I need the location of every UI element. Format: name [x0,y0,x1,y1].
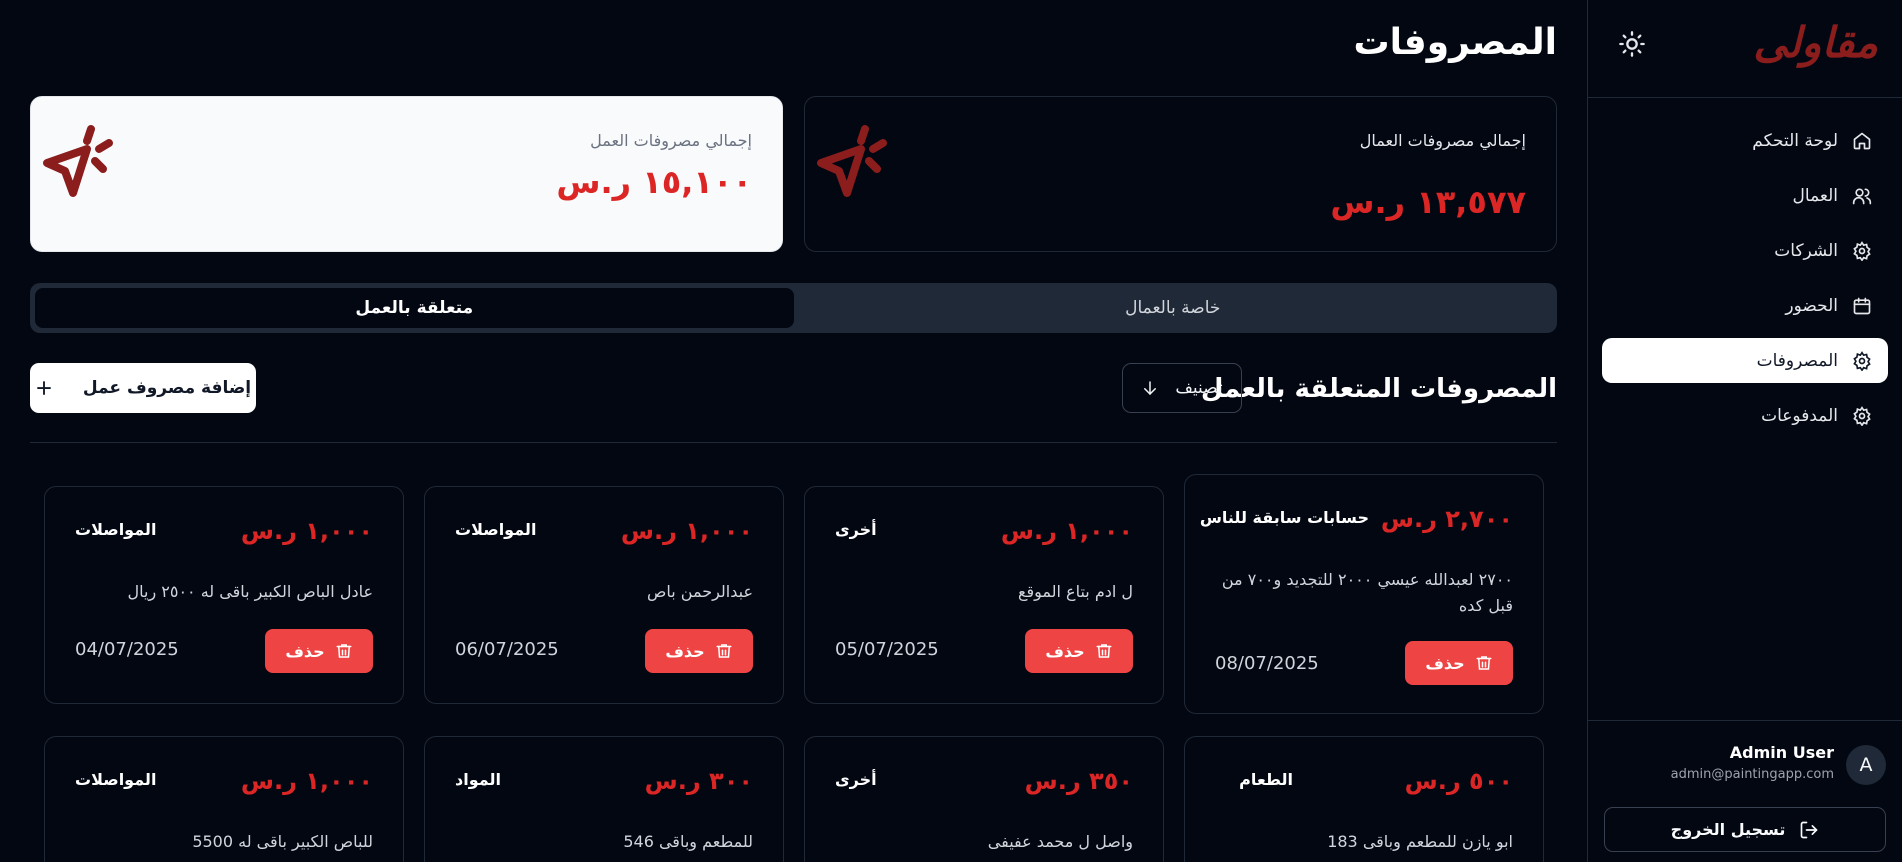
expense-category: أخرى [835,770,877,789]
expense-amount: ٢,٧٠٠ ر.س [1380,505,1513,533]
sidebar-item-label: الحضور [1785,295,1838,316]
sort-button[interactable]: تصنيف [1122,363,1242,413]
sidebar-item-workers[interactable]: العمال [1602,173,1888,218]
sidebar-item-attendance[interactable]: الحضور [1602,283,1888,328]
sidebar-item-label: المصروفات [1756,350,1838,371]
sidebar-item-expenses[interactable]: المصروفات [1602,338,1888,383]
delete-label: حذف [1045,641,1085,661]
avatar[interactable]: A [1846,745,1886,785]
expense-card: ١,٠٠٠ ر.س أخرى ل ادم بتاع الموقع حذف 05/… [804,486,1164,704]
plus-icon [36,381,51,395]
expense-category: الطعام [1239,770,1293,789]
expense-card: ٣٠٠ ر.س المواد للمطعم وباقى 546 [424,736,784,862]
sidebar-item-label: المدفوعات [1761,405,1838,426]
sidebar-item-label: العمال [1792,185,1838,206]
expense-description: ابو يازن للمطعم وباقى 183 [1327,832,1513,851]
expense-date: 05/07/2025 [835,639,939,660]
expense-description: ٢٧٠٠ لعبدالله عيسي ٢٠٠٠ للتجديد و٧٠٠ من … [1221,570,1513,615]
delete-button[interactable]: حذف [645,629,753,673]
stat-card-work-expenses: إجمالي مصروفات العمل ١٥,١٠٠ ر.س [30,96,783,252]
main-content: المصروفات إجمالي مصروفات العمال ١٣,٥٧٧ ر… [30,0,1557,862]
expense-date: 04/07/2025 [75,639,179,660]
expense-category: المواصلات [455,520,537,539]
sidebar-item-companies[interactable]: الشركات [1602,228,1888,273]
tab-work-expenses[interactable]: متعلقة بالعمل [35,288,794,328]
expense-category: المواد [455,770,501,789]
expense-card: ٢,٧٠٠ ر.س حسابات سابقة للناس ٢٧٠٠ لعبدال… [1184,474,1544,714]
expense-amount: ٣٥٠ ر.س [1024,767,1133,795]
calendar-icon [1853,297,1871,314]
expense-amount: ١,٠٠٠ ر.س [1000,517,1133,545]
delete-label: حذف [285,641,325,661]
gear-icon [1853,350,1871,371]
gear-icon [1853,240,1871,261]
expense-card: ٣٥٠ ر.س أخرى واصل ل محمد عفيفى [804,736,1164,862]
stat-label: إجمالي مصروفات العمال [1359,131,1526,150]
trash-icon [336,644,352,658]
sidebar-item-payments[interactable]: المدفوعات [1602,393,1888,438]
expense-description: للباص الكبير باقى له 5500 [192,832,373,851]
sidebar-header: مقاولى [1588,0,1902,98]
expense-category: المواصلات [75,520,157,539]
expense-category: المواصلات [75,770,157,789]
delete-button[interactable]: حذف [265,629,373,673]
user-email: admin@paintingapp.com [1670,767,1834,782]
stat-card-workers-expenses: إجمالي مصروفات العمال ١٣,٥٧٧ ر.س [804,96,1557,252]
tab-workers-expenses[interactable]: خاصة بالعمال [794,288,1553,328]
expense-date: 06/07/2025 [455,639,559,660]
sidebar-nav: لوحة التحكم العمال الشركات الحضور المصرو… [1602,118,1888,448]
page-title: المصروفات [1353,22,1557,63]
expense-category: حسابات سابقة للناس [1199,508,1369,527]
trash-icon [716,644,732,658]
divider [30,442,1557,443]
delete-button[interactable]: حذف [1025,629,1133,673]
home-icon [1853,132,1871,149]
expense-date: 08/07/2025 [1215,653,1319,674]
expense-type-tabs: خاصة بالعمال متعلقة بالعمل [30,283,1557,333]
arrow-down-icon [1144,381,1157,396]
stat-label: إجمالي مصروفات العمل [590,131,752,150]
expense-description: واصل ل محمد عفيفى [987,832,1133,851]
expense-amount: ٣٠٠ ر.س [644,767,753,795]
expense-amount: ١,٠٠٠ ر.س [240,517,373,545]
sidebar-item-label: لوحة التحكم [1752,130,1838,151]
expense-amount: ١,٠٠٠ ر.س [620,517,753,545]
logout-icon [1800,821,1818,838]
expense-description: ل ادم بتاع الموقع [1017,582,1133,601]
expense-description: عادل الباص الكبير باقى له ٢٥٠٠ ريال [127,582,373,601]
sidebar: مقاولى لوحة التحكم العمال الشركات الحضور… [1587,0,1902,862]
sort-label: تصنيف [1175,378,1223,398]
expense-card: ١,٠٠٠ ر.س المواصلات عادل الباص الكبير با… [44,486,404,704]
send-sparkle-icon [817,125,887,197]
trash-icon [1476,656,1492,670]
app-logo[interactable]: مقاولى [1753,18,1878,67]
delete-button[interactable]: حذف [1405,641,1513,685]
expense-description: عبدالرحمن باص [647,582,753,601]
sidebar-item-label: الشركات [1774,240,1838,261]
delete-label: حذف [665,641,705,661]
delete-label: حذف [1425,653,1465,673]
sidebar-item-dashboard[interactable]: لوحة التحكم [1602,118,1888,163]
stat-value: ١٥,١٠٠ ر.س [556,163,752,201]
expense-card: ١,٠٠٠ ر.س المواصلات عبدالرحمن باص حذف 06… [424,486,784,704]
stat-value: ١٣,٥٧٧ ر.س [1330,183,1526,221]
expense-card: ٥٠٠ ر.س الطعام ابو يازن للمطعم وباقى 183 [1184,736,1544,862]
trash-icon [1096,644,1112,658]
logout-label: تسجيل الخروج [1670,820,1786,839]
expense-description: للمطعم وباقى 546 [623,832,753,851]
users-icon [1852,188,1872,204]
expense-amount: ١,٠٠٠ ر.س [240,767,373,795]
expense-amount: ٥٠٠ ر.س [1404,767,1513,795]
add-label: إضافة مصروف عمل [82,378,252,398]
send-sparkle-icon [43,125,113,197]
add-work-expense-button[interactable]: إضافة مصروف عمل [30,363,256,413]
theme-toggle-sun-icon[interactable] [1618,30,1646,58]
expense-card: ١,٠٠٠ ر.س المواصلات للباص الكبير باقى له… [44,736,404,862]
user-name: Admin User [1729,743,1834,762]
gear-icon [1853,405,1871,426]
sidebar-footer: A Admin User admin@paintingapp.com تسجيل… [1587,720,1902,862]
logout-button[interactable]: تسجيل الخروج [1604,807,1886,852]
expense-category: أخرى [835,520,877,539]
section-title: المصروفات المتعلقة بالعمل [1200,374,1557,404]
